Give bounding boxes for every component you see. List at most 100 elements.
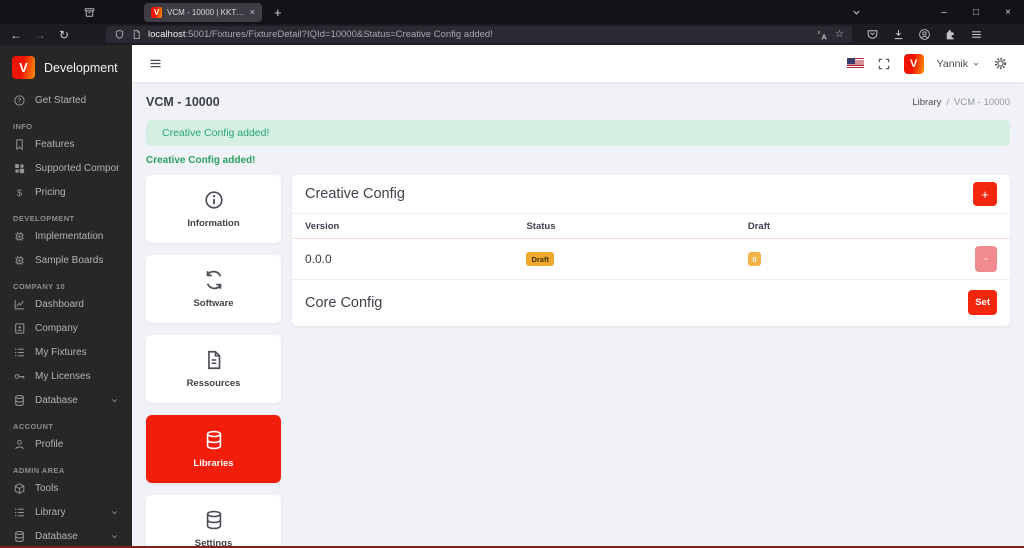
line-chart-icon [13,298,26,311]
chevron-down-icon [110,532,119,541]
bookmark-star-icon[interactable]: ☆ [835,29,844,40]
tab-label: Settings [194,538,233,546]
breadcrumb-library-link[interactable]: Library [912,97,941,108]
chip-icon [13,230,26,243]
sync-arrows-icon [203,269,225,291]
sidebar-item-label: Profile [35,438,64,450]
window-controls: – □ × [928,0,1024,24]
url-bar[interactable]: localhost:5001/Fixtures/FixtureDetail?IQ… [106,26,852,43]
sidebar-item-sample-boards[interactable]: Sample Boards [0,248,132,272]
document-icon [203,349,225,371]
tab-libraries[interactable]: Libraries [146,415,281,483]
tab-information[interactable]: Information [146,175,281,243]
sidebar-item-database-admin[interactable]: Database [0,524,132,546]
tracking-shield-icon[interactable] [114,29,125,40]
sidebar-section-development: DEVELOPMENT [13,214,75,223]
content-body: Information Software Ressources Librarie… [146,175,1010,546]
brand[interactable]: V Development [0,45,132,88]
chip-icon [13,254,26,267]
person-icon [13,438,26,451]
browser-toolbar: ← → ↻ localhost:5001/Fixtures/FixtureDet… [0,24,1024,45]
sidebar-section-account: ACCOUNT [13,422,54,431]
contact-book-icon [13,322,26,335]
sidebar-item-label: Database [35,530,78,542]
creative-config-header: Creative Config + [292,175,1010,214]
window-maximize-button[interactable]: □ [960,0,992,24]
gear-icon[interactable] [993,56,1008,71]
core-config-title: Core Config [305,294,383,311]
app-menu-icon[interactable] [970,28,983,41]
downloads-icon[interactable] [892,28,905,41]
database-icon [13,530,26,543]
pocket-icon[interactable] [866,28,879,41]
sidebar-item-label: Features [35,138,75,150]
app-shell: V Development Get Started INFO Features … [0,45,1024,546]
sidebar-item-features[interactable]: Features [0,132,132,156]
sidebar-item-get-started[interactable]: Get Started [0,88,132,112]
remove-config-button[interactable]: - [975,246,997,272]
window-close-button[interactable]: × [992,0,1024,24]
help-circle-icon [13,94,26,107]
page-content: VCM - 10000 Library / VCM - 10000 Creati… [132,82,1024,546]
url-path: :5001/Fixtures/FixtureDetail?IQId=10000&… [185,29,493,40]
sidebar-item-company[interactable]: Company [0,316,132,340]
sidebar-item-dashboard[interactable]: Dashboard [0,292,132,316]
sidebar-item-label: Supported Components [35,162,119,174]
sidebar-item-profile[interactable]: Profile [0,432,132,456]
sidebar-item-label: Company [35,322,78,334]
tab-settings[interactable]: Settings [146,495,281,546]
success-alert-text: Creative Config added! [162,127,270,139]
creative-config-title: Creative Config [305,186,405,202]
tab-software[interactable]: Software [146,255,281,323]
sidebar-item-my-licenses[interactable]: My Licenses [0,364,132,388]
add-creative-config-button[interactable]: + [973,182,997,206]
url-text: localhost:5001/Fixtures/FixtureDetail?IQ… [148,29,810,40]
sidebar-item-implementation[interactable]: Implementation [0,224,132,248]
status-badge: Draft [526,252,554,266]
sidebar-item-library[interactable]: Library [0,500,132,524]
back-button[interactable]: ← [4,28,28,42]
sidebar-item-database[interactable]: Database [0,388,132,412]
browser-tab[interactable]: V VCM - 10000 | KKT - Developme × [144,2,262,22]
window-minimize-button[interactable]: – [928,0,960,24]
new-tab-button[interactable]: + [274,5,282,20]
sidebar-item-label: Dashboard [35,298,84,310]
tab-close-icon[interactable]: × [250,7,255,17]
account-icon[interactable] [918,28,931,41]
chevron-down-icon [110,508,119,517]
fullscreen-icon[interactable] [877,57,891,71]
sidebar-section-info: INFO [13,122,33,131]
libraries-panel: Creative Config + Version Status Draft 0… [292,175,1010,326]
database-icon [203,429,225,451]
extensions-puzzle-icon[interactable] [944,28,957,41]
reload-button[interactable]: ↻ [52,28,76,42]
tab-favicon: V [151,6,162,18]
sidebar-item-my-fixtures[interactable]: My Fixtures [0,340,132,364]
translate-icon[interactable] [816,28,829,41]
set-core-config-button[interactable]: Set [968,290,997,315]
language-flag-icon[interactable] [846,58,864,69]
sidebar-item-label: Implementation [35,230,104,242]
brand-name: Development [44,60,118,75]
version-value: 0.0.0 [305,252,332,266]
topbar-right-cluster: V Yannik [846,53,1008,74]
hamburger-menu-icon[interactable] [148,56,163,71]
page-info-icon[interactable] [131,29,142,40]
dollar-icon [13,186,26,199]
creative-config-table-header: Version Status Draft [292,214,1010,239]
sidebar: V Development Get Started INFO Features … [0,45,132,546]
sidebar-item-pricing[interactable]: Pricing [0,180,132,204]
sidebar-item-label: Database [35,394,78,406]
avatar[interactable]: V [903,53,924,74]
user-menu[interactable]: Yannik [937,58,980,70]
sidebar-section-company-10: COMPANY 10 [13,282,66,291]
sidebar-item-tools[interactable]: Tools [0,476,132,500]
browser-window: V VCM - 10000 | KKT - Developme × + – □ … [0,0,1024,548]
sidebar-item-supported-components[interactable]: Supported Components [0,156,132,180]
column-status: Status [526,220,556,232]
list-tabs-chevron-icon[interactable] [851,7,862,18]
tab-ressources[interactable]: Ressources [146,335,281,403]
forward-button[interactable]: → [28,28,52,42]
sidebar-item-label: Tools [35,482,59,494]
firefox-view-icon[interactable] [76,3,102,21]
